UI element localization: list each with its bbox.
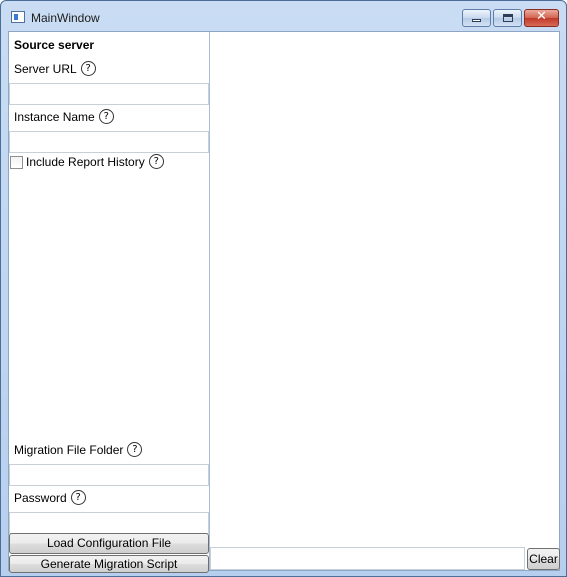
instance-name-label: Instance Name — [14, 110, 95, 124]
command-input[interactable] — [210, 547, 525, 570]
load-configuration-button[interactable]: Load Configuration File — [9, 533, 209, 554]
generate-script-button[interactable]: Generate Migration Script — [9, 555, 209, 573]
source-server-heading: Source server — [14, 38, 95, 52]
question-help-icon[interactable]: ? — [148, 154, 164, 170]
question-help-icon[interactable]: ? — [70, 490, 86, 506]
password-label: Password — [14, 491, 67, 505]
close-icon: ✕ — [536, 9, 547, 24]
close-button[interactable]: ✕ — [524, 9, 559, 27]
migration-folder-label: Migration File Folder — [14, 443, 124, 457]
password-input[interactable] — [9, 512, 209, 534]
minimize-button[interactable] — [462, 9, 491, 27]
maximize-icon — [503, 14, 513, 22]
settings-panel: Source server Server URL? Instance Name?… — [9, 32, 210, 573]
include-report-history-row: Include Report History? — [26, 154, 164, 170]
migration-folder-input[interactable] — [9, 464, 209, 486]
server-url-label: Server URL — [14, 62, 77, 76]
password-label-row: Password? — [14, 490, 86, 506]
output-area[interactable] — [210, 32, 559, 547]
app-window-icon — [11, 11, 25, 23]
question-help-icon[interactable]: ? — [80, 61, 96, 77]
server-url-input[interactable] — [9, 83, 209, 105]
question-help-icon[interactable]: ? — [127, 442, 143, 458]
include-report-history-checkbox[interactable] — [10, 156, 23, 169]
client-area: Source server Server URL? Instance Name?… — [8, 31, 560, 573]
maximize-button[interactable] — [493, 9, 522, 27]
include-report-history-label[interactable]: Include Report History — [26, 155, 145, 169]
question-help-icon[interactable]: ? — [98, 109, 114, 125]
window-title: MainWindow — [31, 11, 100, 25]
instance-name-input[interactable] — [9, 131, 209, 153]
migration-folder-label-row: Migration File Folder? — [14, 442, 143, 458]
clear-button[interactable]: Clear — [527, 548, 560, 570]
minimize-icon — [472, 19, 481, 22]
server-url-label-row: Server URL? — [14, 61, 96, 77]
title-bar[interactable]: MainWindow ✕ — [1, 1, 566, 31]
instance-name-label-row: Instance Name? — [14, 109, 114, 125]
main-window: MainWindow ✕ Source server Server URL? I… — [0, 0, 567, 577]
